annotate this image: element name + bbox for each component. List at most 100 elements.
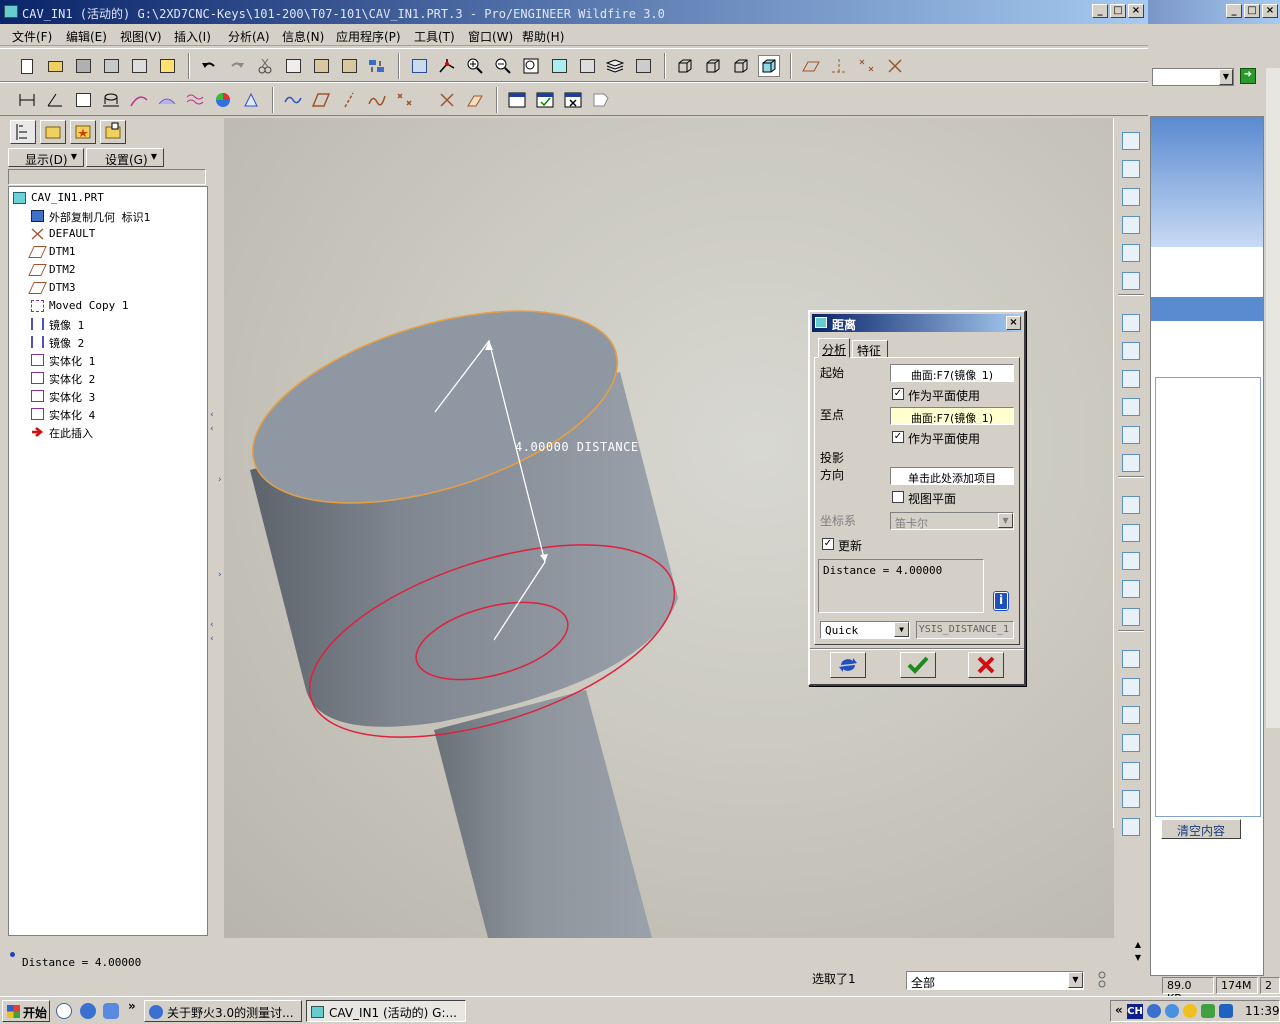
clear-content-button[interactable]: 清空内容	[1161, 819, 1241, 839]
minimize-button[interactable]: _	[1092, 4, 1108, 18]
coordinate-systems-display-icon[interactable]	[884, 55, 906, 77]
quick-launch-icon[interactable]	[103, 1003, 119, 1019]
datum-point-tool-icon[interactable]	[394, 89, 416, 111]
collapse-arrow-icon[interactable]: ‹	[210, 410, 214, 420]
blend-icon[interactable]	[1122, 398, 1140, 416]
tray-app-icon[interactable]	[1219, 1004, 1233, 1018]
info-button[interactable]: i	[993, 591, 1009, 611]
collapse-arrow-icon[interactable]: ‹	[210, 634, 214, 644]
close-button[interactable]: ×	[1128, 4, 1144, 18]
undo-icon[interactable]	[198, 55, 220, 77]
from-collector[interactable]: 曲面:F7(镜像_1)	[890, 364, 1014, 382]
show-menu-button[interactable]: 显示(D) ▼	[8, 148, 84, 167]
hole-icon[interactable]	[1122, 454, 1140, 472]
dropdown-arrow-icon[interactable]: ▼	[1068, 972, 1083, 988]
tree-item[interactable]: DTM2	[9, 261, 205, 279]
solidify-tool-icon[interactable]	[1122, 818, 1140, 836]
dropdown-arrow-icon[interactable]: ▼	[998, 513, 1013, 528]
datum-curve-tool-icon[interactable]	[366, 89, 388, 111]
media-player-icon[interactable]	[56, 1003, 72, 1019]
repeat-analysis-button[interactable]	[830, 652, 866, 678]
sketch-icon[interactable]	[282, 89, 304, 111]
dialog-close-button[interactable]: ×	[1006, 316, 1021, 330]
menu-applications[interactable]: 应用程序(P)	[336, 28, 401, 45]
revolve-icon[interactable]	[1122, 342, 1140, 360]
quick-launch-chevron[interactable]: »	[128, 999, 136, 1013]
datum-axes-display-icon[interactable]	[828, 55, 850, 77]
draft-analysis-icon[interactable]	[240, 89, 262, 111]
tray-app-icon[interactable]	[1201, 1004, 1215, 1018]
model-analysis-icon[interactable]	[72, 89, 94, 111]
merge-icon[interactable]	[1122, 678, 1140, 696]
datum-point-tool-icon[interactable]	[1122, 216, 1140, 234]
close-window-icon[interactable]	[562, 89, 584, 111]
paste-icon[interactable]	[310, 55, 332, 77]
mirror-tool-icon[interactable]	[1122, 650, 1140, 668]
go-arrow-icon[interactable]: ➜	[1240, 68, 1256, 84]
backup-icon[interactable]	[128, 55, 150, 77]
trim-icon[interactable]	[1122, 706, 1140, 724]
tree-item[interactable]: 镜像 1	[9, 315, 205, 333]
language-indicator[interactable]: CH	[1127, 1004, 1143, 1019]
color-analysis-icon[interactable]	[212, 89, 234, 111]
menu-edit[interactable]: 编辑(E)	[66, 28, 107, 45]
draft-icon[interactable]	[1122, 552, 1140, 570]
extrude-icon[interactable]	[1122, 314, 1140, 332]
menu-tools[interactable]: 工具(T)	[414, 28, 455, 45]
reflection-analysis-icon[interactable]	[184, 89, 206, 111]
view-manager-icon[interactable]	[632, 55, 654, 77]
no-hidden-icon[interactable]	[730, 55, 752, 77]
tray-app-icon[interactable]	[1147, 1004, 1161, 1018]
layers-icon[interactable]	[604, 55, 626, 77]
tray-app-icon[interactable]	[1165, 1004, 1179, 1018]
datum-axis-tool-icon[interactable]	[1122, 160, 1140, 178]
surface-analysis-icon[interactable]	[156, 89, 178, 111]
spin-center-icon[interactable]	[436, 55, 458, 77]
dropdown-arrow-icon[interactable]: ▼	[894, 622, 909, 637]
expand-arrow-icon[interactable]: ›	[218, 570, 222, 580]
start-button[interactable]: 开始	[2, 1000, 50, 1022]
datum-curve-tool-icon[interactable]	[1122, 188, 1140, 206]
rib-icon[interactable]	[1122, 524, 1140, 542]
menu-file[interactable]: 文件(F)	[12, 28, 52, 45]
style-icon[interactable]	[1122, 426, 1140, 444]
window-icon[interactable]	[506, 89, 528, 111]
menu-window[interactable]: 窗口(W)	[468, 28, 513, 45]
cancel-button[interactable]	[968, 652, 1004, 678]
datum-planes-display-icon[interactable]	[800, 55, 822, 77]
zoom-in-icon[interactable]	[464, 55, 486, 77]
tree-item[interactable]: 在此插入	[9, 423, 205, 441]
settings-menu-button[interactable]: 设置(G) ▼	[86, 148, 164, 167]
tray-chevron[interactable]: «	[1115, 1003, 1123, 1017]
model-tree-tab-icon[interactable]	[10, 120, 36, 144]
datum-points-display-icon[interactable]	[856, 55, 878, 77]
analysis-mode-dropdown[interactable]: Quick ▼	[820, 621, 910, 639]
curvature-analysis-icon[interactable]	[128, 89, 150, 111]
browser-minimize-button[interactable]: _	[1226, 4, 1242, 18]
favorites-tab-icon[interactable]	[70, 120, 96, 144]
tab-feature[interactable]: 特征	[852, 340, 888, 358]
dropdown-arrow-icon[interactable]: ▼	[1219, 69, 1233, 85]
collapse-arrow-icon[interactable]: ‹	[210, 620, 214, 630]
offset-icon[interactable]	[1122, 762, 1140, 780]
analysis-tool-icon[interactable]	[1122, 272, 1140, 290]
mass-properties-icon[interactable]	[100, 89, 122, 111]
hidden-line-icon[interactable]	[702, 55, 724, 77]
variable-sweep-icon[interactable]	[1122, 370, 1140, 388]
tree-item[interactable]: Moved Copy 1	[9, 297, 205, 315]
tree-item[interactable]: 实体化 1	[9, 351, 205, 369]
tree-item[interactable]: DTM3	[9, 279, 205, 297]
update-checkbox[interactable]: ✓	[822, 538, 834, 550]
browser-scrollbar[interactable]	[1266, 68, 1280, 728]
regenerate-icon[interactable]	[366, 55, 388, 77]
tree-item[interactable]: DTM1	[9, 243, 205, 261]
tree-item[interactable]: 镜像 2	[9, 333, 205, 351]
taskbar-item-browser[interactable]: 关于野火3.0的测量讨...	[144, 1000, 302, 1022]
ie-browser-icon[interactable]	[80, 1003, 96, 1019]
direction-collector[interactable]: 单击此处添加项目	[890, 467, 1014, 485]
message-scrollbar[interactable]: ▲ ▼	[1130, 940, 1146, 970]
paste-special-icon[interactable]	[338, 55, 360, 77]
menu-analysis[interactable]: 分析(A)	[228, 28, 270, 45]
tree-item[interactable]: 实体化 4	[9, 405, 205, 423]
datum-plane-tool-icon[interactable]	[1122, 132, 1140, 150]
